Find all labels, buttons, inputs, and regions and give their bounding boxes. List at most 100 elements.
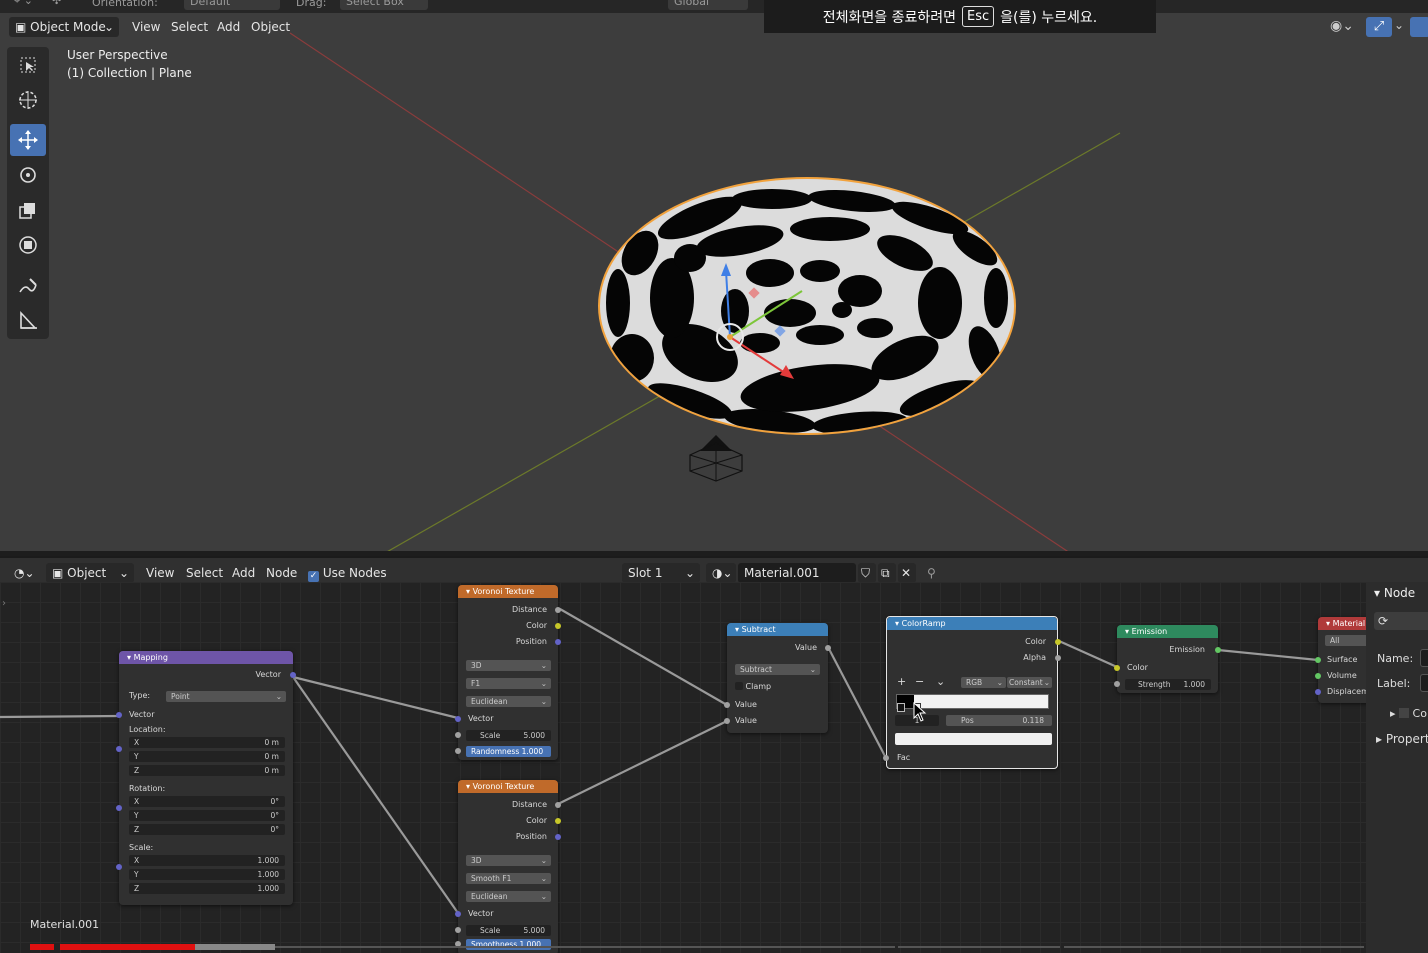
node-menu-node[interactable]: Node: [260, 563, 303, 583]
voronoi1-randomness-socket[interactable]: [455, 748, 461, 754]
subtract-operation-dropdown[interactable]: Subtract ⌄: [735, 664, 820, 675]
voronoi-texture-node-1[interactable]: ▾ Voronoi Texture Distance Color Positio…: [455, 585, 561, 760]
timeline-progress[interactable]: [30, 944, 1364, 950]
gizmo-toggle-icon[interactable]: ⤢: [1366, 17, 1392, 37]
shader-type-dropdown[interactable]: ▣ Object ⌄: [46, 563, 134, 583]
mapping-location-y[interactable]: Y 0 m: [129, 751, 285, 762]
voronoi2-scale-field[interactable]: Scale 5.000: [466, 925, 551, 936]
voronoi1-color-socket[interactable]: [555, 623, 561, 629]
material-output-volume-socket[interactable]: [1315, 673, 1321, 679]
node-menu-view[interactable]: View: [140, 563, 180, 583]
voronoi2-feature-dropdown[interactable]: Smooth F1 ⌄: [466, 873, 551, 884]
overlay-toggle-icon[interactable]: [1410, 17, 1428, 37]
pin-icon[interactable]: ⚲: [924, 563, 942, 583]
viewport-menu-object[interactable]: Object: [245, 17, 296, 37]
viewport-menu-add[interactable]: Add: [211, 17, 246, 37]
gizmo-options-chevron-icon[interactable]: ⌄: [1394, 18, 1404, 32]
move-tool-icon[interactable]: [10, 124, 46, 156]
material-output-header[interactable]: ▾ Material O: [1318, 617, 1366, 630]
emission-header[interactable]: ▾ Emission: [1117, 625, 1218, 638]
voronoi-texture-node-2[interactable]: ▾ Voronoi Texture Distance Color Positio…: [455, 780, 561, 953]
voronoi2-color-socket[interactable]: [555, 818, 561, 824]
sidebar-label-field[interactable]: [1420, 674, 1428, 692]
mapping-location-x[interactable]: X 0 m: [129, 737, 285, 748]
mapping-type-dropdown[interactable]: Point ⌄: [166, 691, 286, 702]
node-canvas[interactable]: › ▾ Mapping Vector Type: Point ⌄ Vector L…: [0, 582, 1366, 953]
voronoi1-randomness-field[interactable]: Randomness 1.000: [466, 746, 551, 757]
refresh-icon[interactable]: ⟳: [1374, 612, 1428, 630]
voronoi1-feature-dropdown[interactable]: F1 ⌄: [466, 678, 551, 689]
colorramp-stop-0-handle[interactable]: [897, 703, 905, 712]
material-output-displacement-socket[interactable]: [1315, 689, 1321, 695]
mapping-location-socket[interactable]: [116, 746, 122, 752]
subtract-value-socket[interactable]: [825, 645, 831, 651]
voronoi2-distance-socket[interactable]: [555, 802, 561, 808]
emission-output-socket[interactable]: [1215, 647, 1221, 653]
subtract-input1-socket[interactable]: [724, 702, 730, 708]
viewport-menu-select[interactable]: Select: [165, 17, 214, 37]
mapping-location-z[interactable]: Z 0 m: [129, 765, 285, 776]
colorramp-color-mode-dropdown[interactable]: RGB ⌄: [961, 677, 1006, 688]
unlink-material-icon[interactable]: ✕: [898, 563, 916, 583]
mapping-output-vector-socket[interactable]: [290, 672, 296, 678]
3d-viewport[interactable]: [0, 13, 1428, 551]
voronoi2-vector-socket[interactable]: [455, 911, 461, 917]
duplicate-material-icon[interactable]: ⧉: [878, 563, 896, 583]
colorramp-color-socket[interactable]: [1055, 639, 1061, 645]
editor-type-icon[interactable]: ◔⌄: [8, 563, 40, 583]
mapping-node-header[interactable]: ▾ Mapping: [119, 651, 293, 664]
move-gizmo-icon[interactable]: ✣: [52, 0, 61, 7]
voronoi1-dimension-dropdown[interactable]: 3D ⌄: [466, 660, 551, 671]
voronoi2-position-socket[interactable]: [555, 834, 561, 840]
subtract-clamp-toggle[interactable]: Clamp: [735, 682, 771, 691]
colorramp-alpha-socket[interactable]: [1055, 655, 1061, 661]
emission-color-socket[interactable]: [1114, 665, 1120, 671]
voronoi1-scale-socket[interactable]: [455, 732, 461, 738]
mapping-scale-socket[interactable]: [116, 864, 122, 870]
cursor-tool-icon[interactable]: [10, 84, 46, 116]
voronoi2-dimension-dropdown[interactable]: 3D ⌄: [466, 855, 551, 866]
material-output-node[interactable]: ▾ Material O All Surface Volume Displace…: [1315, 617, 1366, 703]
material-output-target-dropdown[interactable]: All: [1325, 635, 1366, 646]
colorramp-options-chevron-icon[interactable]: ⌄: [936, 675, 945, 688]
colorramp-stop-color-swatch[interactable]: [895, 733, 1052, 745]
voronoi2-scale-socket[interactable]: [455, 927, 461, 933]
colorramp-fac-socket[interactable]: [883, 755, 889, 761]
mapping-input-vector-socket[interactable]: [116, 712, 122, 718]
orientation-dropdown[interactable]: Default: [184, 0, 280, 10]
sidebar-name-field[interactable]: [1420, 649, 1428, 667]
colorramp-position-field[interactable]: Pos 0.118: [946, 715, 1052, 726]
colorramp-header[interactable]: ▾ ColorRamp: [887, 617, 1057, 630]
transform-tool-icon[interactable]: [10, 229, 46, 261]
subtract-math-node[interactable]: ▾ Subtract Value Subtract ⌄ Clamp Value V…: [724, 623, 831, 733]
voronoi1-distance-socket[interactable]: [555, 607, 561, 613]
subtract-input2-socket[interactable]: [724, 718, 730, 724]
voronoi1-scale-field[interactable]: Scale 5.000: [466, 730, 551, 741]
transform-pivot-icon[interactable]: ⌖ ⌄: [14, 0, 33, 8]
colorramp-interpolation-dropdown[interactable]: Constant ⌄: [1007, 677, 1052, 688]
mapping-scale-y[interactable]: Y 1.000: [129, 869, 285, 880]
transform-orientation-dropdown[interactable]: Global: [668, 0, 748, 10]
emission-node[interactable]: ▾ Emission Emission Color Strength 1.000: [1114, 625, 1221, 693]
emission-strength-field[interactable]: Strength 1.000: [1125, 679, 1211, 690]
object-mode-dropdown[interactable]: ▣ Object Mode ⌄: [9, 17, 119, 37]
voronoi1-metric-dropdown[interactable]: Euclidean ⌄: [466, 696, 551, 707]
measure-tool-icon[interactable]: [10, 305, 46, 337]
material-output-surface-socket[interactable]: [1315, 657, 1321, 663]
fake-user-shield-icon[interactable]: ⛉: [858, 563, 876, 583]
viewport-menu-view[interactable]: View: [126, 17, 166, 37]
select-box-tool-icon[interactable]: [10, 49, 46, 81]
node-menu-add[interactable]: Add: [226, 563, 261, 583]
mapping-rotation-x[interactable]: X 0°: [129, 796, 285, 807]
mapping-rotation-z[interactable]: Z 0°: [129, 824, 285, 835]
sidebar-properties-section[interactable]: ▸ Propert: [1376, 732, 1428, 746]
subtract-header[interactable]: ▾ Subtract: [727, 623, 828, 636]
sidebar-node-section[interactable]: ▾ Node: [1374, 586, 1415, 600]
rotate-tool-icon[interactable]: [10, 159, 46, 191]
visibility-icon[interactable]: ◉⌄: [1330, 18, 1354, 34]
voronoi1-header[interactable]: ▾ Voronoi Texture: [458, 585, 558, 598]
colorramp-add-stop-button[interactable]: +: [897, 675, 906, 688]
browse-material-button[interactable]: ◑⌄: [706, 563, 736, 583]
emission-strength-socket[interactable]: [1114, 681, 1120, 687]
use-nodes-toggle[interactable]: ✓ Use Nodes: [302, 563, 393, 583]
